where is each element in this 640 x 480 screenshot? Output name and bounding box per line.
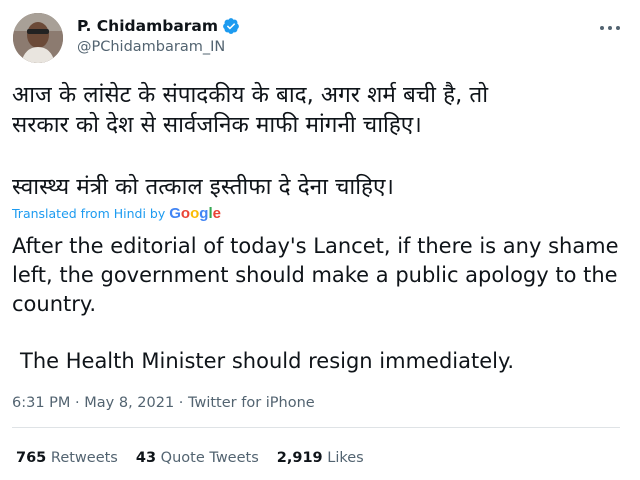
divider (12, 427, 620, 428)
translation-attribution[interactable]: Translated from Hindi by Google (12, 205, 221, 222)
tweet-text-english-1: After the editorial of today's Lancet, i… (12, 234, 619, 316)
avatar[interactable] (13, 13, 63, 63)
avatar-image (13, 13, 63, 63)
verified-badge-icon (223, 18, 239, 34)
likes-count: 2,919 (276, 450, 323, 466)
likes-label: Likes (327, 450, 364, 466)
retweets-stat[interactable]: 765 Retweets (16, 450, 118, 466)
more-options-icon[interactable] (600, 22, 620, 34)
likes-stat[interactable]: 2,919 Likes (277, 450, 364, 466)
author-handle[interactable]: @PChidambaram_IN (77, 39, 240, 55)
quote-tweets-stat[interactable]: 43 Quote Tweets (136, 450, 259, 466)
tweet-text-english-2: The Health Minister should resign immedi… (20, 349, 515, 373)
engagement-stats: 765 Retweets 43 Quote Tweets 2,919 Likes (16, 450, 382, 466)
tweet-text-hindi-2: स्वास्थ्य मंत्री को तत्काल इस्तीफा दे दे… (12, 174, 394, 200)
retweets-label: Retweets (50, 450, 118, 466)
quote-tweets-count: 43 (135, 450, 157, 466)
retweets-count: 765 (16, 450, 47, 466)
tweet-timestamp[interactable]: 6:31 PM · May 8, 2021 · Twitter for iPho… (12, 395, 315, 411)
translated-label: Translated from Hindi by (12, 206, 166, 221)
google-logo: Google (169, 205, 221, 222)
author-name[interactable]: P. Chidambaram (77, 17, 218, 35)
author-block: P. Chidambaram @PChidambaram_IN (77, 15, 240, 55)
tweet-text-hindi-1: आज के लांसेट के संपादकीय के बाद, अगर शर्… (12, 82, 489, 138)
tweet-card: P. Chidambaram @PChidambaram_IN आज के ला… (0, 0, 640, 480)
quote-tweets-label: Quote Tweets (160, 450, 259, 466)
